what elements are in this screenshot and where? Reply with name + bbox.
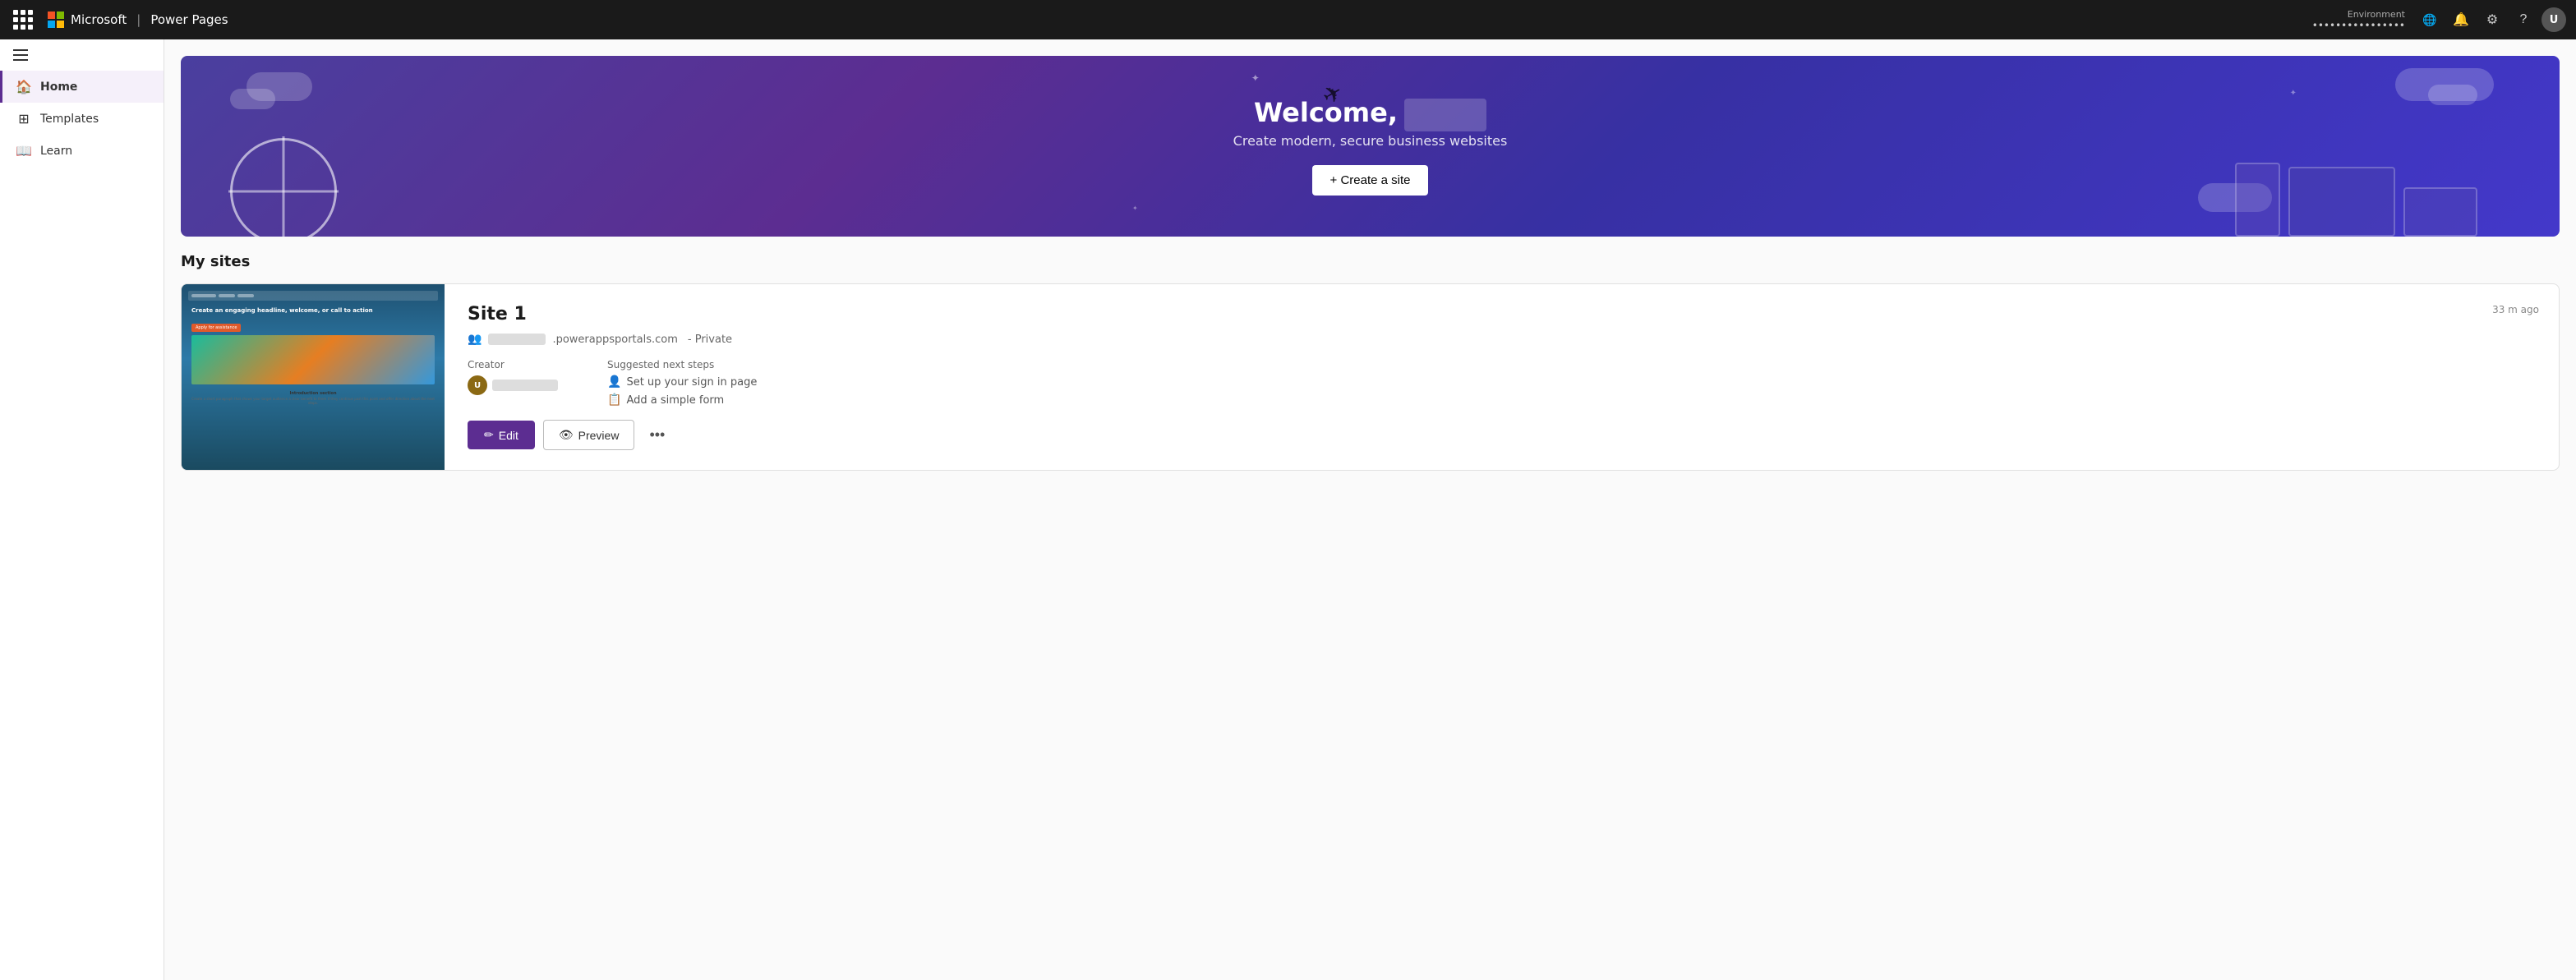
star-decoration-3: ✦ [2290, 89, 2297, 98]
env-label: Environment [2348, 9, 2405, 20]
home-icon: 🏠 [16, 79, 32, 94]
next-steps-list: 👤 Set up your sign in page 📋 Add a simpl… [607, 375, 757, 407]
edit-label: Edit [499, 429, 518, 442]
preview-intro-text: Create a short paragraph that shows your… [191, 397, 435, 405]
sidebar-item-templates[interactable]: ⊞ Templates [0, 103, 164, 135]
edit-icon: ✏ [484, 428, 494, 442]
preview-nav-link-3 [237, 294, 254, 297]
site-meta-row: Creator U Suggested next steps 👤 [468, 359, 2536, 407]
site-name: Site 1 [468, 304, 2536, 324]
edit-button[interactable]: ✏ Edit [468, 421, 535, 449]
top-navigation: Microsoft | Power Pages Environment ••••… [0, 0, 2576, 39]
creator-avatar: U [468, 375, 487, 395]
topnav-icons: 🌐 🔔 ⚙ ? U [2417, 7, 2566, 33]
my-sites-title: My sites [181, 253, 2560, 270]
cloud-decoration-2 [230, 89, 275, 109]
creator-label: Creator [468, 359, 558, 370]
bell-icon: 🔔 [2453, 12, 2469, 28]
cloud-decoration-5 [2428, 85, 2477, 105]
sidebar: 🏠 Home ⊞ Templates 📖 Learn [0, 39, 164, 980]
sidebar-item-home-label: Home [40, 81, 77, 94]
hamburger-icon [13, 49, 28, 61]
environment-info: Environment •••••••••••••••• [2312, 9, 2405, 31]
sign-in-icon: 👤 [607, 375, 621, 389]
site-url-row: 👥 .powerappsportals.com - Private [468, 333, 2536, 346]
site-url-domain: .powerappsportals.com [552, 334, 677, 346]
preview-nav-link-2 [219, 294, 235, 297]
env-name: •••••••••••••••• [2312, 20, 2405, 31]
creator-name-blurred [492, 380, 558, 391]
brand-name: Microsoft [71, 12, 127, 27]
product-name: Power Pages [150, 12, 228, 27]
preview-icon: 👁 [559, 428, 574, 442]
hero-username-blurred [1404, 99, 1486, 131]
site-card-info: 33 m ago Site 1 👥 .powerappsportals.com … [445, 284, 2559, 470]
site-visibility: - Private [688, 334, 732, 346]
site-preview-inner: Create an engaging headline, welcome, or… [182, 284, 445, 470]
app-body: 🏠 Home ⊞ Templates 📖 Learn ✈ [0, 39, 2576, 980]
help-icon: ? [2520, 12, 2528, 27]
preview-button[interactable]: 👁 Preview [543, 420, 635, 450]
preview-intro-section: Introduction section Create a short para… [188, 388, 438, 408]
hero-title-row: Welcome, [1233, 97, 1508, 133]
preview-image [191, 335, 435, 384]
hero-banner: ✈ ✦ ✦ ✦ Welcome, Create modern, secure b… [181, 56, 2560, 237]
notifications-button[interactable]: 🔔 [2448, 7, 2474, 33]
preview-intro-title: Introduction section [191, 391, 435, 396]
site-preview-thumbnail[interactable]: Create an engaging headline, welcome, or… [182, 284, 445, 470]
learn-icon: 📖 [16, 143, 32, 159]
site-timestamp: 33 m ago [2492, 304, 2539, 315]
environment-icon-button[interactable]: 🌐 [2417, 7, 2443, 33]
preview-nav-link-1 [191, 294, 216, 297]
next-step-add-form-label: Add a simple form [626, 394, 724, 407]
monitor-illustration [2288, 167, 2395, 237]
next-step-sign-in[interactable]: 👤 Set up your sign in page [607, 375, 757, 389]
create-site-button[interactable]: + Create a site [1312, 165, 1429, 196]
next-step-add-form[interactable]: 📋 Add a simple form [607, 393, 757, 407]
site-actions: ✏ Edit 👁 Preview ••• [468, 420, 2536, 450]
preview-cta-button: Apply for assistance [191, 324, 241, 332]
microsoft-logo [48, 12, 64, 28]
phone-illustration [2235, 163, 2280, 237]
star-decoration-2: ✦ [1132, 205, 1138, 212]
sidebar-item-templates-label: Templates [40, 113, 99, 126]
preview-hero-text: Create an engaging headline, welcome, or… [188, 307, 438, 314]
settings-button[interactable]: ⚙ [2479, 7, 2505, 33]
my-sites-section: My sites Create an engaging headline, we… [164, 237, 2576, 487]
next-steps-group: Suggested next steps 👤 Set up your sign … [607, 359, 757, 407]
gear-icon: ⚙ [2486, 12, 2498, 28]
help-button[interactable]: ? [2510, 7, 2537, 33]
users-icon: 👥 [468, 333, 482, 346]
more-options-button[interactable]: ••• [643, 421, 671, 449]
sidebar-item-learn-label: Learn [40, 145, 72, 158]
next-steps-label: Suggested next steps [607, 359, 757, 370]
site-card: Create an engaging headline, welcome, or… [181, 283, 2560, 471]
hamburger-button[interactable] [0, 39, 164, 71]
hero-subtitle: Create modern, secure business websites [1233, 133, 1508, 149]
creator-group: Creator U [468, 359, 558, 407]
creator-value: U [468, 375, 558, 395]
sidebar-item-home[interactable]: 🏠 Home [0, 71, 164, 103]
sidebar-nav: 🏠 Home ⊞ Templates 📖 Learn [0, 71, 164, 167]
next-step-sign-in-label: Set up your sign in page [626, 376, 757, 389]
user-avatar[interactable]: U [2541, 7, 2566, 32]
brand-separator: | [136, 12, 141, 27]
hero-content: Welcome, Create modern, secure business … [1233, 97, 1508, 196]
globe-decoration [230, 138, 337, 237]
templates-icon: ⊞ [16, 111, 32, 127]
hero-title: Welcome, [1254, 97, 1398, 128]
preview-label: Preview [578, 429, 620, 442]
star-decoration-1: ✦ [1251, 72, 1260, 84]
waffle-icon [13, 10, 33, 30]
site-url-blurred [488, 334, 546, 345]
sidebar-item-learn[interactable]: 📖 Learn [0, 135, 164, 167]
waffle-menu-button[interactable] [10, 7, 36, 33]
tablet-illustration [2403, 187, 2477, 237]
brand-area: Microsoft | Power Pages [48, 12, 228, 28]
add-form-icon: 📋 [607, 393, 621, 407]
device-illustrations [2235, 163, 2477, 237]
main-content: ✈ ✦ ✦ ✦ Welcome, Create modern, secure b… [164, 39, 2576, 980]
preview-topbar [188, 291, 438, 301]
